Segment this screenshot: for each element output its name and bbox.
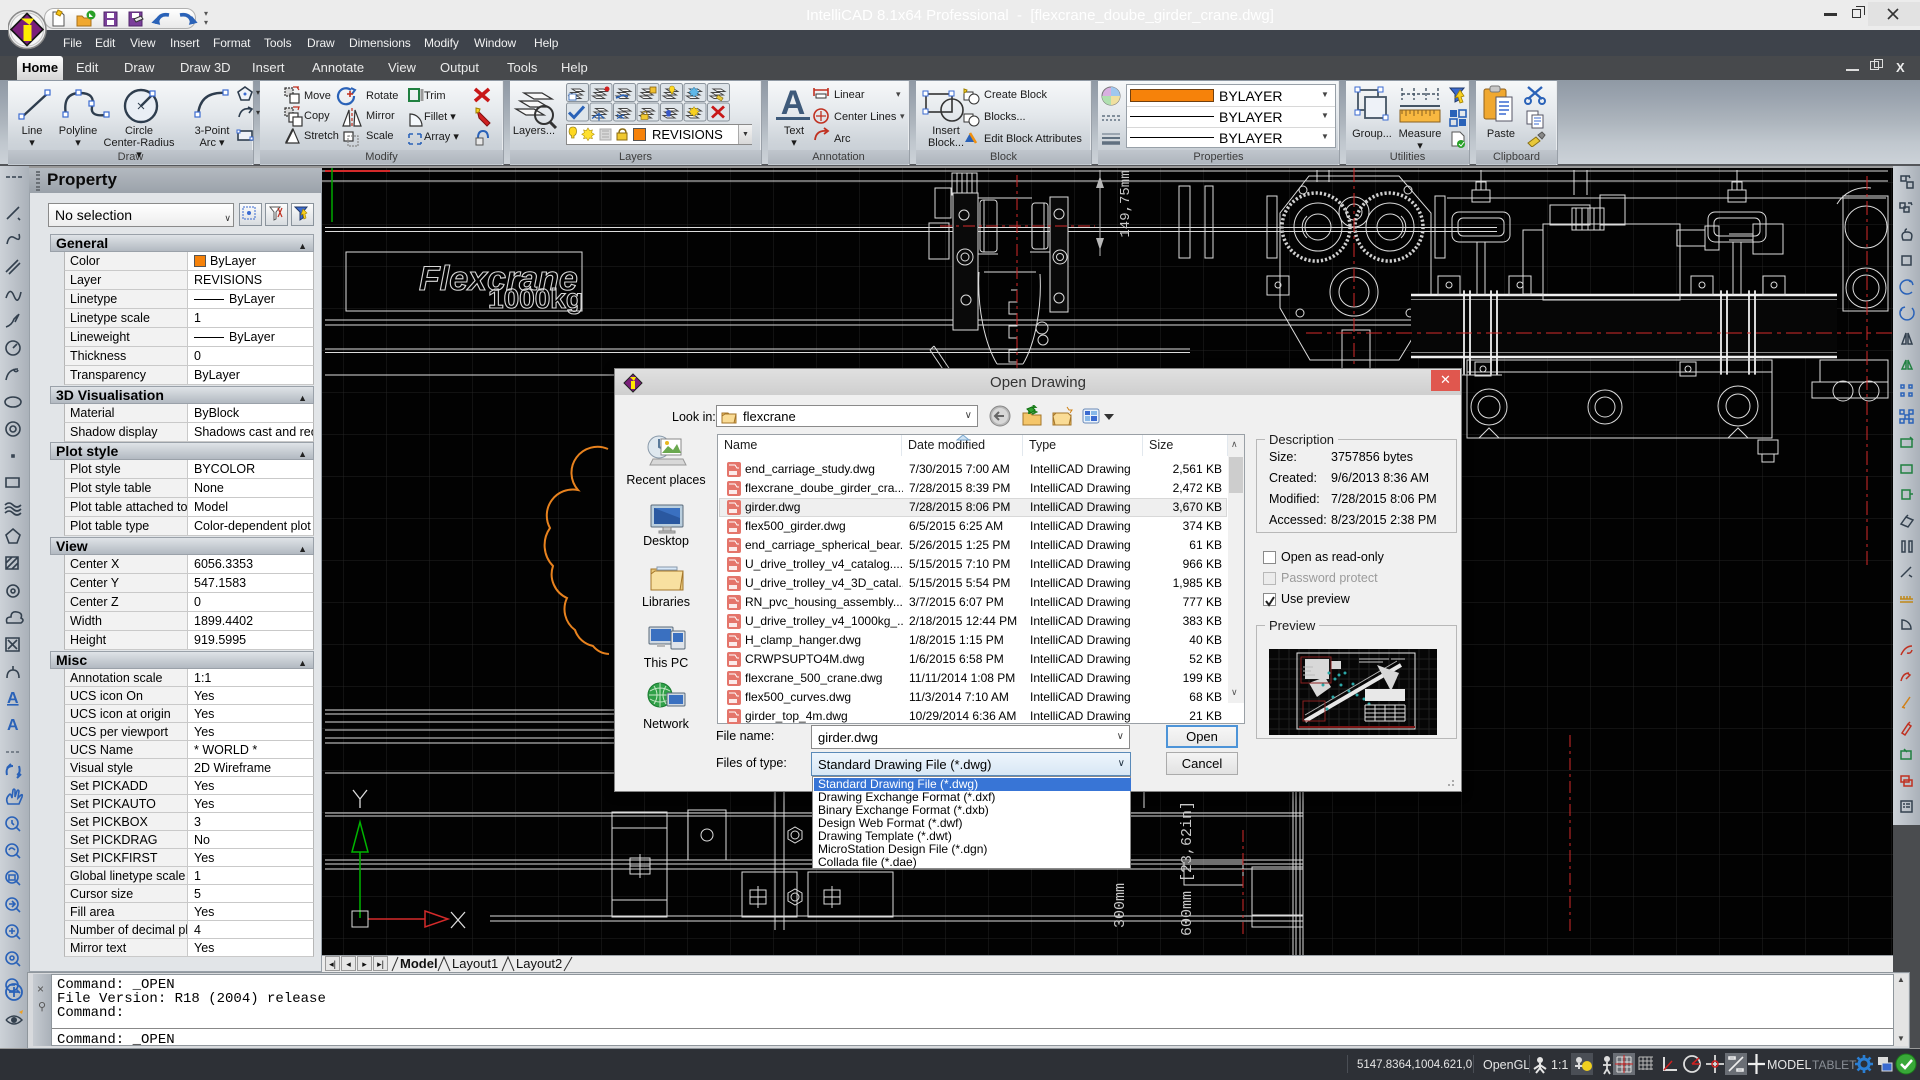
svg-text:149,75mm: 149,75mm: [1118, 170, 1134, 237]
svg-text:A: A: [7, 717, 19, 734]
svg-text:A: A: [7, 690, 19, 707]
svg-text:300mm: 300mm: [1112, 883, 1129, 928]
svg-text:600mm [23,62in]: 600mm [23,62in]: [1179, 801, 1196, 936]
svg-text:1000kg: 1000kg: [488, 283, 583, 314]
